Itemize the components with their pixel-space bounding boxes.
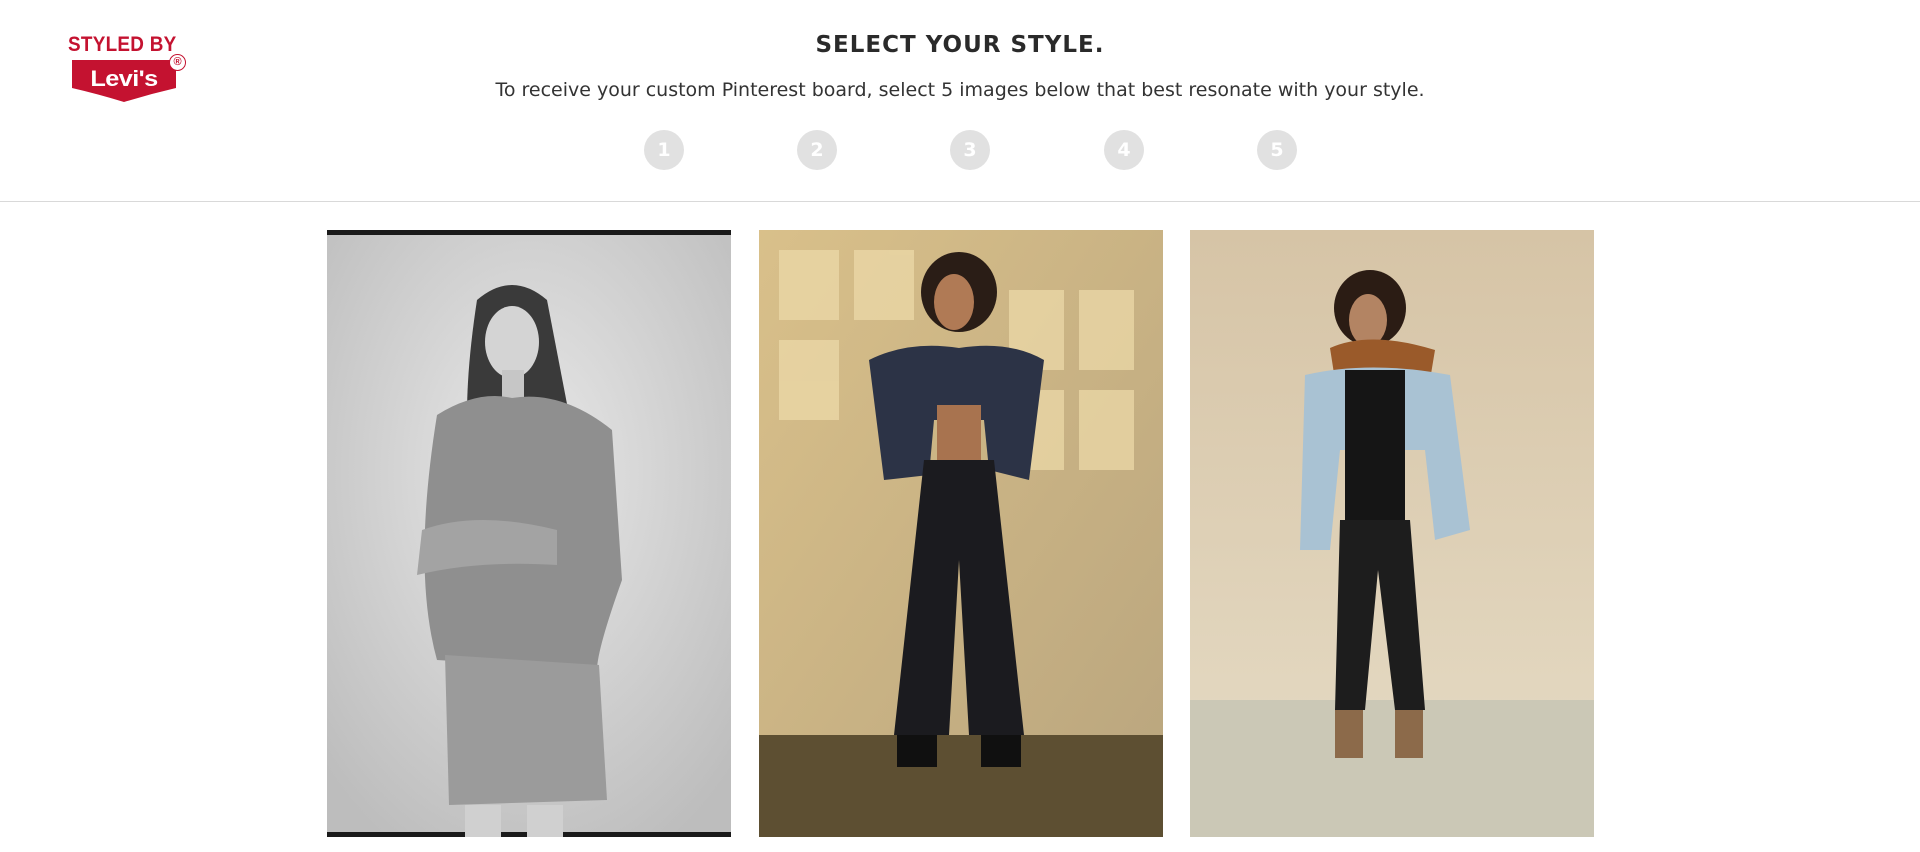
wide-leg-jeans-photo <box>759 230 1163 837</box>
style-image-option-2[interactable] <box>759 230 1163 837</box>
step-indicator-4: 4 <box>1104 130 1144 170</box>
page-title: SELECT YOUR STYLE. <box>815 32 1105 58</box>
step-indicator-3: 3 <box>950 130 990 170</box>
page-header: STYLED BY Levi's ® SELECT YOUR STYLE. To… <box>0 0 1920 202</box>
page-subtitle: To receive your custom Pinterest board, … <box>495 79 1425 101</box>
style-image-gallery <box>0 230 1920 852</box>
selection-progress: 1 2 3 4 5 <box>0 130 1920 170</box>
style-image-option-3[interactable] <box>1190 230 1594 837</box>
step-indicator-5: 5 <box>1257 130 1297 170</box>
step-indicator-2: 2 <box>797 130 837 170</box>
style-image-option-1[interactable] <box>327 230 731 837</box>
step-indicator-1: 1 <box>644 130 684 170</box>
bw-denim-skirt-photo <box>327 230 731 837</box>
sherpa-jacket-photo <box>1190 230 1594 837</box>
